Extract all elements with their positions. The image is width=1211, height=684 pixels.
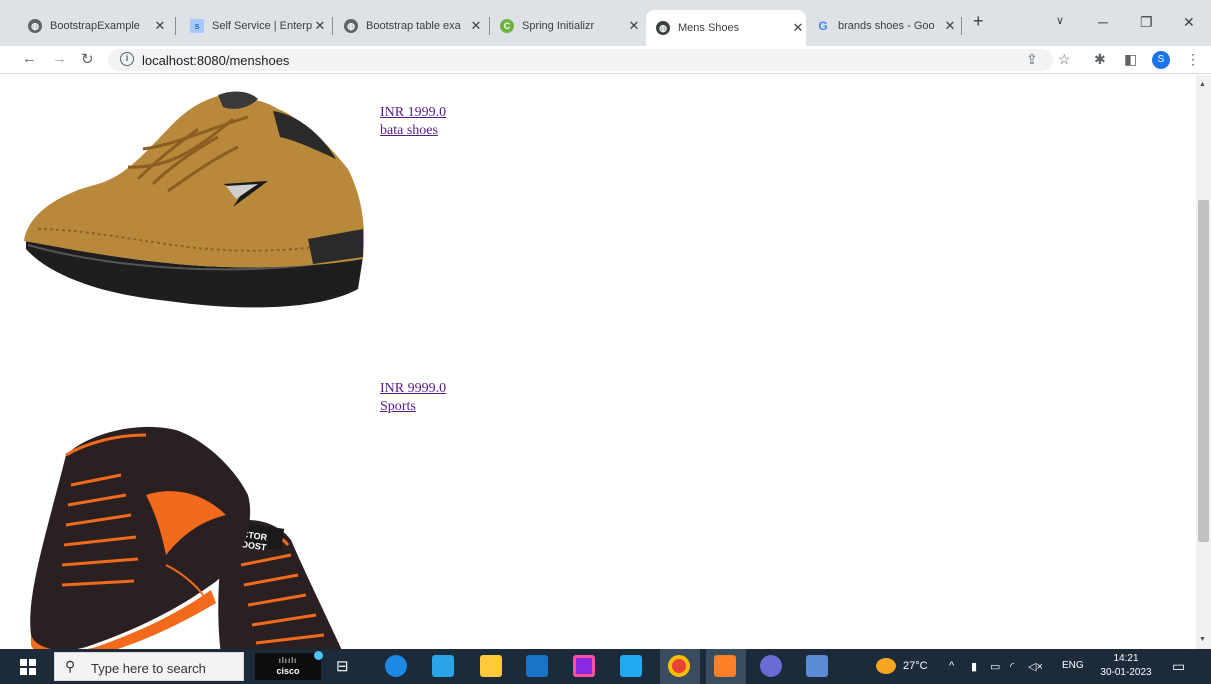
clock-time: 14:21 (1113, 653, 1139, 664)
extensions-icon[interactable]: ✱ (1094, 51, 1106, 68)
google-icon: G (818, 19, 828, 33)
close-icon[interactable]: ✕ (152, 18, 168, 34)
profile-avatar[interactable]: S (1152, 51, 1170, 69)
close-window-button[interactable]: ✕ (1183, 14, 1195, 31)
tab-spring-initializr[interactable]: C Spring Initializr ✕ (490, 10, 642, 42)
close-icon[interactable]: ✕ (468, 18, 484, 34)
taskbar-clock[interactable]: 14:21 30-01-2023 (1096, 652, 1156, 680)
page-scrollbar[interactable]: ▲ ▼ (1196, 75, 1211, 649)
shoe-image[interactable] (18, 89, 368, 319)
tab-label: brands shoes - Goo (838, 20, 935, 32)
tab-search-icon[interactable]: ∨ (1056, 14, 1064, 27)
battery-icon[interactable]: ▭ (990, 660, 1000, 673)
tab-bootstrapexample[interactable]: ◍ BootstrapExample ✕ (18, 10, 168, 42)
menu-icon[interactable]: ⋮ (1186, 51, 1200, 68)
product-name-link[interactable]: bata shoes (380, 123, 438, 139)
tab-label: Self Service | Enterp (212, 20, 312, 32)
usb-icon[interactable]: ▮ (971, 660, 977, 673)
store-icon[interactable] (432, 655, 454, 677)
address-bar[interactable]: i localhost:8080/menshoes ⇪ (108, 49, 1053, 71)
tab-label: Bootstrap table exa (366, 20, 461, 32)
close-icon[interactable]: ✕ (790, 20, 806, 36)
search-placeholder: Type here to search (91, 661, 206, 676)
share-icon[interactable]: ⇪ (1026, 51, 1038, 68)
taskbar-search-box[interactable]: ⚲ Type here to search (54, 652, 244, 681)
outlook-icon[interactable] (526, 655, 548, 677)
forward-icon[interactable]: → (52, 50, 67, 67)
product-name-link[interactable]: Sports (380, 399, 416, 415)
bookmark-star-icon[interactable]: ☆ (1058, 51, 1071, 68)
tab-bootstrap-table[interactable]: ◍ Bootstrap table exa ✕ (334, 10, 484, 42)
tab-separator (332, 17, 333, 35)
restore-button[interactable]: ❐ (1140, 14, 1153, 31)
product-item: ECTOR BOOST INR 9999.0 Sports (0, 365, 1196, 649)
wifi-icon[interactable]: ◜ (1010, 660, 1014, 673)
search-icon: ⚲ (65, 658, 76, 674)
tab-brands-shoes[interactable]: G brands shoes - Goo ✕ (806, 10, 958, 42)
globe-icon: ◍ (656, 21, 670, 35)
tab-self-service[interactable]: s Self Service | Enterp ✕ (180, 10, 328, 42)
eclipse-icon[interactable] (760, 655, 782, 677)
tab-label: Spring Initializr (522, 20, 595, 32)
task-view-icon[interactable]: ⊟ (336, 657, 349, 675)
page-content: INR 1999.0 bata shoes ECTOR BOOST INR 99… (0, 75, 1196, 649)
intellij-icon[interactable] (573, 655, 595, 677)
reload-icon[interactable]: ↻ (81, 50, 94, 68)
edge-icon[interactable] (385, 655, 407, 677)
product-item: INR 1999.0 bata shoes (0, 75, 1196, 345)
weather-temp[interactable]: 27°C (903, 660, 928, 672)
close-icon[interactable]: ✕ (312, 18, 328, 34)
tab-label: Mens Shoes (678, 22, 740, 34)
scroll-thumb[interactable] (1198, 200, 1209, 542)
info-icon[interactable]: i (120, 52, 134, 66)
side-panel-icon[interactable]: ◧ (1124, 51, 1137, 68)
globe-icon: ◍ (28, 19, 42, 33)
language-indicator[interactable]: ENG (1062, 660, 1084, 671)
clock-date: 30-01-2023 (1100, 667, 1152, 678)
app-icon[interactable] (806, 655, 828, 677)
tab-separator (961, 17, 962, 35)
tab-mens-shoes[interactable]: ◍ Mens Shoes ✕ (646, 10, 806, 46)
show-hidden-icons[interactable]: ^ (949, 660, 954, 672)
file-explorer-icon[interactable] (480, 655, 502, 677)
tab-strip: ◍ BootstrapExample ✕ s Self Service | En… (0, 0, 1211, 48)
url-text: localhost:8080/menshoes (142, 53, 290, 68)
shoe-image[interactable]: ECTOR BOOST (26, 415, 356, 649)
product-price-link[interactable]: INR 9999.0 (380, 381, 446, 397)
scroll-down-icon[interactable]: ▼ (1199, 636, 1206, 643)
tab-label: BootstrapExample (50, 20, 140, 32)
close-icon[interactable]: ✕ (626, 18, 642, 34)
notifications-icon[interactable]: ▭ (1172, 658, 1185, 675)
new-tab-button[interactable]: + (973, 11, 984, 32)
back-icon[interactable]: ← (22, 50, 37, 67)
scroll-up-icon[interactable]: ▲ (1199, 81, 1206, 88)
spring-icon: C (500, 19, 514, 33)
site-icon: s (190, 19, 204, 33)
browser-toolbar: ← → ↻ i localhost:8080/menshoes ⇪ ☆ ✱ ◧ … (0, 46, 1211, 74)
minimize-button[interactable]: ─ (1098, 14, 1108, 30)
volume-icon[interactable]: ◁× (1028, 660, 1043, 673)
windows-taskbar: ⚲ Type here to search ılıılı cisco ⊟ 27°… (0, 649, 1211, 684)
chrome-icon[interactable] (668, 655, 690, 677)
globe-icon: ◍ (344, 19, 358, 33)
windows-start-icon[interactable] (20, 659, 36, 675)
close-icon[interactable]: ✕ (942, 18, 958, 34)
notification-badge (314, 651, 323, 660)
product-price-link[interactable]: INR 1999.0 (380, 105, 446, 121)
teams-icon[interactable] (714, 655, 736, 677)
cisco-logo[interactable]: ılıılı cisco (255, 653, 321, 680)
tab-separator (175, 17, 176, 35)
weather-icon[interactable] (876, 658, 896, 674)
vscode-icon[interactable] (620, 655, 642, 677)
